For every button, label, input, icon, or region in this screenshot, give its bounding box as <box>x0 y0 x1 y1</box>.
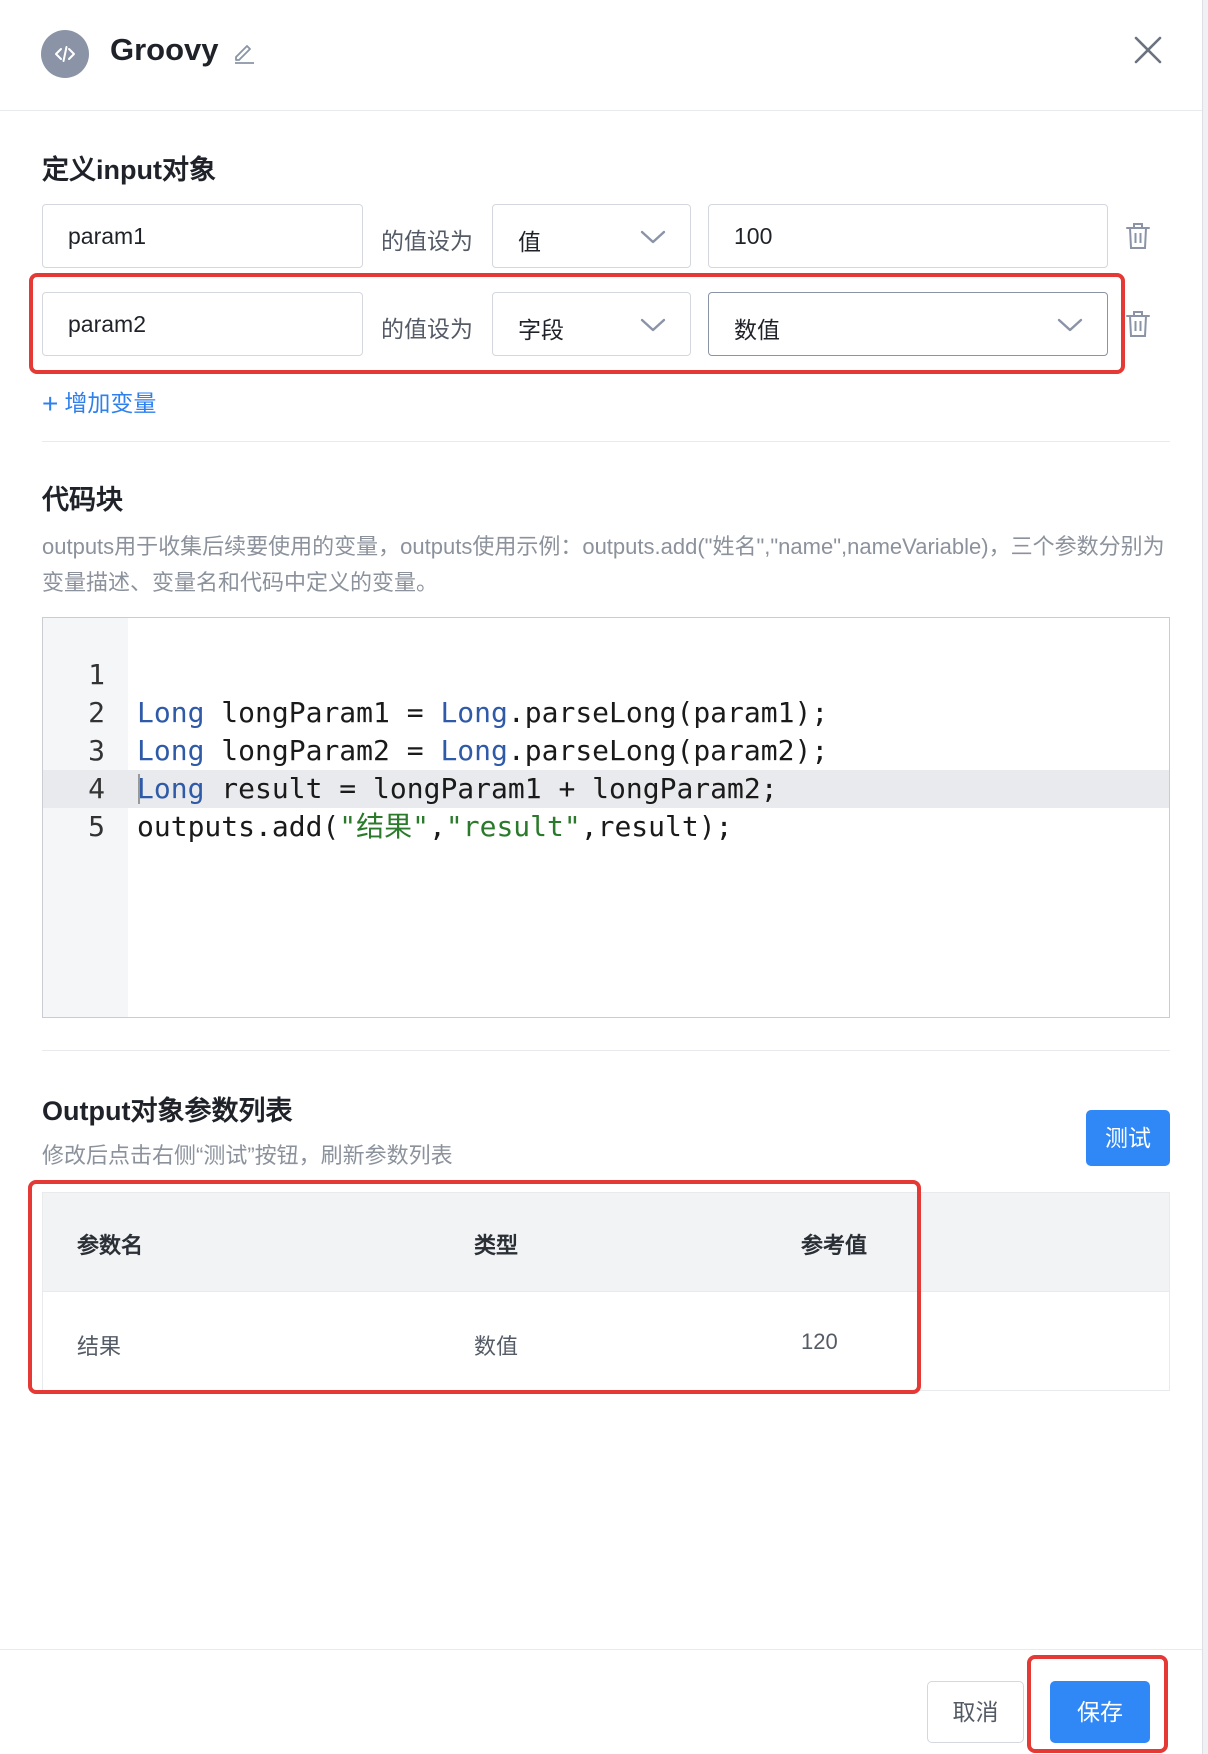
close-icon[interactable] <box>1131 33 1165 72</box>
param1-value-text: 100 <box>734 223 773 249</box>
chevron-down-icon <box>640 229 666 250</box>
output-section-title: Output对象参数列表 <box>42 1096 293 1126</box>
text-cursor <box>138 774 140 804</box>
output-params-table: 参数名 类型 参考值 结果 数值 120 <box>42 1192 1170 1391</box>
param1-type-value: 值 <box>518 229 541 255</box>
param2-value-text: 数值 <box>734 317 780 343</box>
column-header-name: 参数名 <box>77 1233 144 1258</box>
table-header: 参数名 类型 参考值 <box>43 1193 1169 1291</box>
output-hint: 修改后点击右侧“测试”按钮，刷新参数列表 <box>42 1143 453 1168</box>
cell-name: 结果 <box>77 1334 122 1359</box>
delete-row2-icon[interactable] <box>1125 310 1151 343</box>
code-line: 4 outputs.add("结果","result",result); <box>43 732 1169 843</box>
param2-value-select[interactable]: 数值 <box>708 292 1108 356</box>
column-header-value: 参考值 <box>801 1233 868 1258</box>
code-line: 2 Long longParam2 = Long.parseLong(param… <box>43 656 1169 767</box>
param1-name-value: param1 <box>68 223 146 249</box>
save-button[interactable]: 保存 <box>1050 1681 1150 1743</box>
param1-type-select[interactable]: 值 <box>492 204 691 268</box>
param1-name-input[interactable]: param1 <box>42 204 363 268</box>
code-line: 3 Long result = longParam1 + longParam2; <box>43 694 1169 805</box>
chevron-down-icon <box>640 317 666 338</box>
table-row: 结果 数值 120 <box>43 1291 1169 1392</box>
cell-value: 120 <box>801 1329 838 1354</box>
delete-row1-icon[interactable] <box>1125 222 1151 255</box>
code-line-text: outputs.add("结果","result",result); <box>137 810 733 843</box>
input-section-title: 定义input对象 <box>42 155 216 185</box>
code-line: 5 <box>43 770 1169 843</box>
chevron-down-icon <box>1057 317 1083 338</box>
window-edge <box>1202 0 1208 1754</box>
section-divider <box>42 441 1170 442</box>
code-editor[interactable]: 1 Long longParam1 = Long.parseLong(param… <box>42 617 1170 1018</box>
add-variable-button[interactable]: + 增加变量 <box>42 384 156 420</box>
param1-value-input[interactable]: 100 <box>708 204 1108 268</box>
code-description: outputs用于收集后续要使用的变量，outputs使用示例：outputs.… <box>42 534 1165 595</box>
groovy-dialog: Groovy 定义input对象 param1 的值设为 值 100 param… <box>0 0 1202 1754</box>
section-divider <box>42 1050 1170 1051</box>
test-button[interactable]: 测试 <box>1086 1110 1170 1166</box>
edit-title-icon[interactable] <box>232 40 256 69</box>
cancel-button[interactable]: 取消 <box>927 1681 1024 1743</box>
dialog-title: Groovy <box>110 32 219 67</box>
add-variable-label: 增加变量 <box>64 390 157 416</box>
param2-type-value: 字段 <box>518 317 564 343</box>
footer-divider <box>0 1649 1202 1650</box>
cell-type: 数值 <box>474 1334 519 1359</box>
code-icon <box>41 30 89 78</box>
param2-name-input[interactable]: param2 <box>42 292 363 356</box>
code-line: 1 Long longParam1 = Long.parseLong(param… <box>43 618 1169 729</box>
line-number: 5 <box>88 810 105 843</box>
plus-icon: + <box>42 388 59 419</box>
code-section-title: 代码块 <box>42 485 123 515</box>
param2-type-select[interactable]: 字段 <box>492 292 691 356</box>
column-header-type: 类型 <box>474 1233 519 1258</box>
dialog-header: Groovy <box>0 0 1202 111</box>
set-value-label: 的值设为 <box>381 228 473 254</box>
param2-name-value: param2 <box>68 311 146 337</box>
set-value-label: 的值设为 <box>381 316 473 342</box>
